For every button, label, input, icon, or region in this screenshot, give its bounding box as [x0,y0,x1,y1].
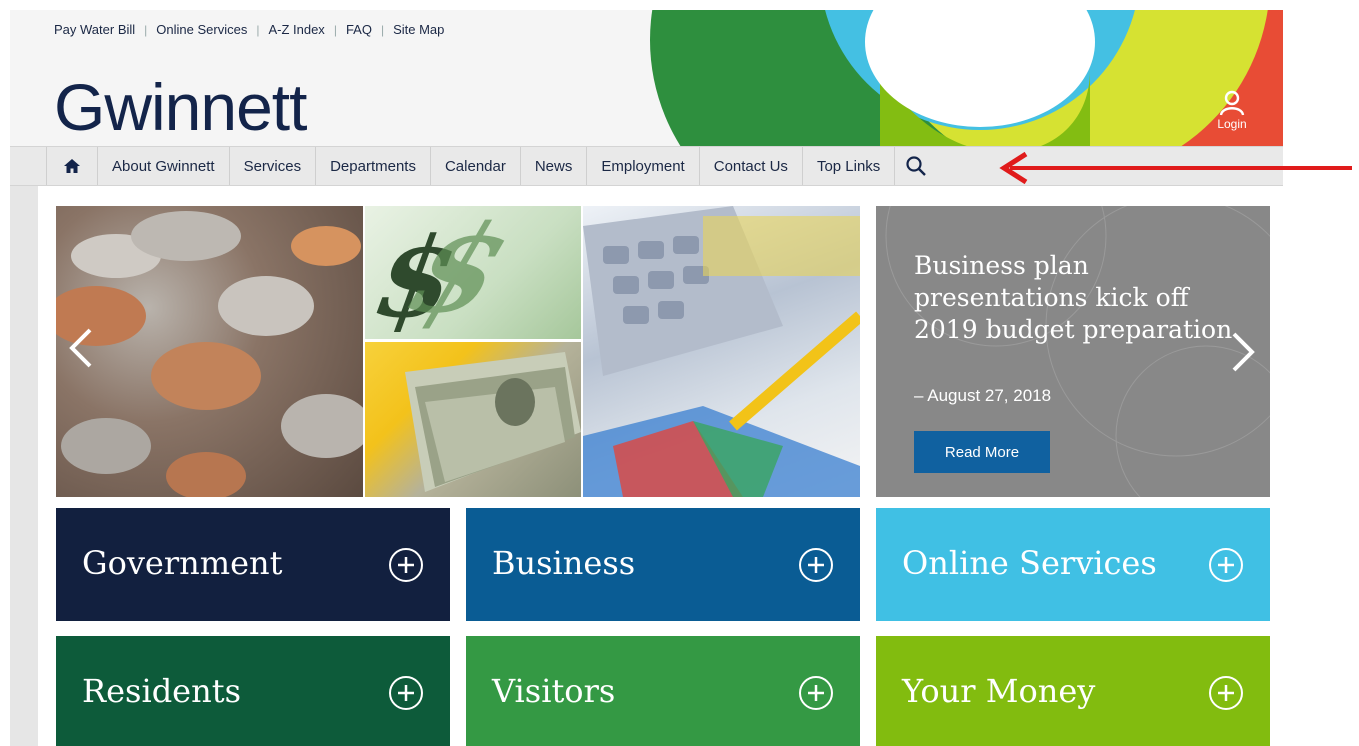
category-label: Residents [82,672,241,710]
utility-link-online-services[interactable]: Online Services [156,22,247,37]
plus-circle-icon [1209,548,1243,582]
header-decorative-art [650,10,1283,146]
plus-circle-icon [389,548,423,582]
search-icon [906,156,927,176]
category-online-services[interactable]: Online Services [876,508,1270,621]
nav-departments[interactable]: Departments [316,147,431,185]
nav-home[interactable] [46,147,98,185]
dollar-sign-photo: $ $ [365,206,581,339]
page: Pay Water Bill | Online Services | A-Z I… [10,10,1283,746]
coins-photo [56,206,363,497]
category-label: Your Money [902,672,1096,710]
utility-link-az-index[interactable]: A-Z Index [268,22,324,37]
plus-circle-icon [799,548,833,582]
feature-date: – August 27, 2018 [914,386,1052,405]
site-header: Pay Water Bill | Online Services | A-Z I… [10,10,1283,146]
nav-about-gwinnett[interactable]: About Gwinnett [98,147,230,185]
plus-circle-icon [799,676,833,710]
site-logo[interactable]: Gwinnett [54,72,307,142]
read-more-button[interactable]: Read More [914,431,1050,473]
home-icon [64,159,80,173]
nav-top-links[interactable]: Top Links [803,147,896,185]
category-label: Visitors [492,672,616,710]
carousel-next-button[interactable] [1228,330,1258,379]
utility-separator: | [144,22,148,37]
category-label: Government [82,544,283,582]
nav-news[interactable]: News [521,147,588,185]
nav-employment[interactable]: Employment [587,147,700,185]
nav-search[interactable] [895,147,945,185]
category-government[interactable]: Government [56,508,450,621]
category-your-money[interactable]: Your Money [876,636,1270,746]
dollar-bills-photo [365,342,581,497]
plus-circle-icon [1209,676,1243,710]
utility-link-pay-water-bill[interactable]: Pay Water Bill [54,22,135,37]
utility-nav: Pay Water Bill | Online Services | A-Z I… [54,22,444,37]
utility-separator: | [333,22,337,37]
category-label: Business [492,544,636,582]
nav-services[interactable]: Services [230,147,317,185]
main-nav: About Gwinnett Services Departments Cale… [10,146,1283,186]
calculator-photo [583,206,860,497]
utility-link-faq[interactable]: FAQ [346,22,372,37]
utility-separator: | [256,22,260,37]
utility-link-site-map[interactable]: Site Map [393,22,444,37]
chevron-right-icon [1232,332,1255,372]
chevron-left-icon [69,328,92,368]
login-label: Login [1217,117,1247,131]
nav-calendar[interactable]: Calendar [431,147,521,185]
main-content: $ $ Business plan presentations kick off… [38,186,1283,746]
utility-separator: | [380,22,385,37]
plus-circle-icon [389,676,423,710]
category-residents[interactable]: Residents [56,636,450,746]
user-icon [1219,90,1245,116]
category-label: Online Services [902,544,1157,582]
carousel-prev-button[interactable] [66,326,96,375]
category-business[interactable]: Business [466,508,860,621]
category-visitors[interactable]: Visitors [466,636,860,746]
hero-carousel: $ $ [56,206,860,497]
feature-title[interactable]: Business plan presentations kick off 201… [914,250,1244,346]
nav-contact-us[interactable]: Contact Us [700,147,803,185]
login-button[interactable]: Login [1204,90,1260,131]
feature-panel: Business plan presentations kick off 201… [876,206,1270,497]
